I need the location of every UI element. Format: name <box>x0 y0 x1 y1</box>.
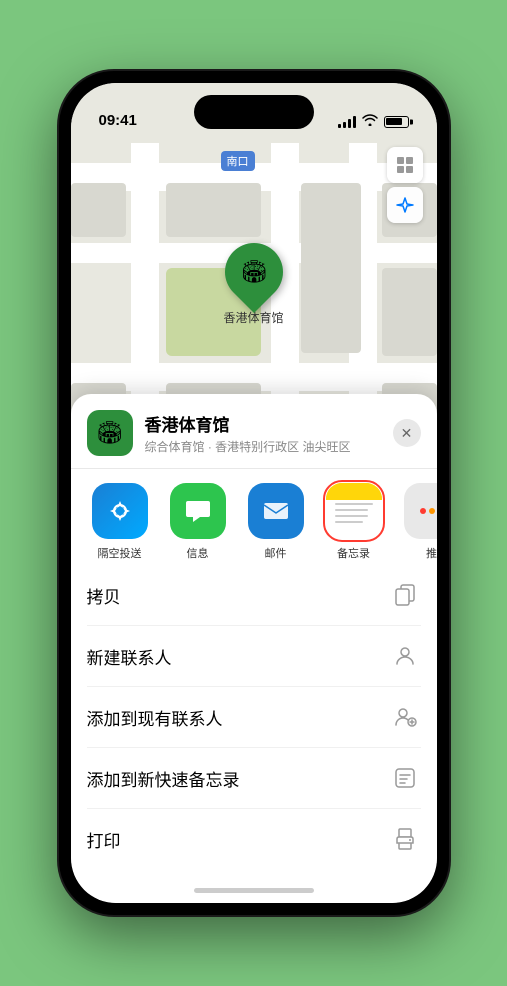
action-add-existing-label: 添加到现有联系人 <box>87 705 223 730</box>
more-icon <box>404 483 437 539</box>
action-copy-label: 拷贝 <box>87 583 121 608</box>
location-button[interactable] <box>387 187 423 223</box>
airdrop-label: 隔空投送 <box>98 545 142 561</box>
home-indicator <box>194 888 314 893</box>
venue-subtitle: 综合体育馆 · 香港特别行政区 油尖旺区 <box>145 438 393 455</box>
add-contact-icon <box>389 701 421 733</box>
more-dots <box>420 508 437 514</box>
phone-screen: 09:41 <box>71 83 437 903</box>
share-app-more[interactable]: 推 <box>393 483 437 561</box>
venue-info: 香港体育馆 综合体育馆 · 香港特别行政区 油尖旺区 <box>145 411 393 455</box>
print-icon <box>389 823 421 855</box>
pin-circle: 🏟 <box>212 231 294 313</box>
map-view-button[interactable] <box>387 147 423 183</box>
close-button[interactable]: ✕ <box>393 419 421 447</box>
action-add-notes[interactable]: 添加到新快速备忘录 <box>87 748 421 809</box>
messages-icon <box>170 483 226 539</box>
notes-label: 备忘录 <box>337 545 370 561</box>
phone-frame: 09:41 <box>59 71 449 915</box>
battery-icon <box>384 116 409 128</box>
copy-icon <box>389 579 421 611</box>
action-list: 拷贝 新建联系人 <box>71 565 437 869</box>
mail-label: 邮件 <box>265 545 287 561</box>
new-contact-icon <box>389 640 421 672</box>
pin-stadium-icon: 🏟 <box>240 259 268 285</box>
status-icons <box>338 114 409 131</box>
status-time: 09:41 <box>99 112 137 131</box>
airdrop-icon <box>92 483 148 539</box>
venue-icon: 🏟 <box>87 410 133 456</box>
action-print-label: 打印 <box>87 827 121 852</box>
share-app-messages[interactable]: 信息 <box>159 483 237 561</box>
share-app-airdrop[interactable]: 隔空投送 <box>81 483 159 561</box>
notes-icon <box>326 483 382 539</box>
map-controls <box>387 147 423 227</box>
action-print[interactable]: 打印 <box>87 809 421 869</box>
share-app-notes[interactable]: 备忘录 <box>315 483 393 561</box>
action-add-notes-label: 添加到新快速备忘录 <box>87 766 240 791</box>
stadium-pin: 🏟 香港体育馆 <box>223 243 283 326</box>
wifi-icon <box>362 114 378 129</box>
venue-header: 🏟 香港体育馆 综合体育馆 · 香港特别行政区 油尖旺区 ✕ <box>71 410 437 469</box>
messages-label: 信息 <box>187 545 209 561</box>
more-label: 推 <box>426 545 437 561</box>
share-apps-row: 隔空投送 信息 <box>71 469 437 565</box>
dynamic-island <box>194 95 314 129</box>
bottom-sheet: 🏟 香港体育馆 综合体育馆 · 香港特别行政区 油尖旺区 ✕ <box>71 394 437 903</box>
mail-icon <box>248 483 304 539</box>
action-new-contact-label: 新建联系人 <box>87 644 172 669</box>
share-app-mail[interactable]: 邮件 <box>237 483 315 561</box>
venue-name: 香港体育馆 <box>145 411 393 436</box>
action-add-existing[interactable]: 添加到现有联系人 <box>87 687 421 748</box>
action-new-contact[interactable]: 新建联系人 <box>87 626 421 687</box>
action-copy[interactable]: 拷贝 <box>87 565 421 626</box>
quick-notes-icon <box>389 762 421 794</box>
signal-icon <box>338 116 356 128</box>
map-label: 南口 <box>221 151 255 171</box>
